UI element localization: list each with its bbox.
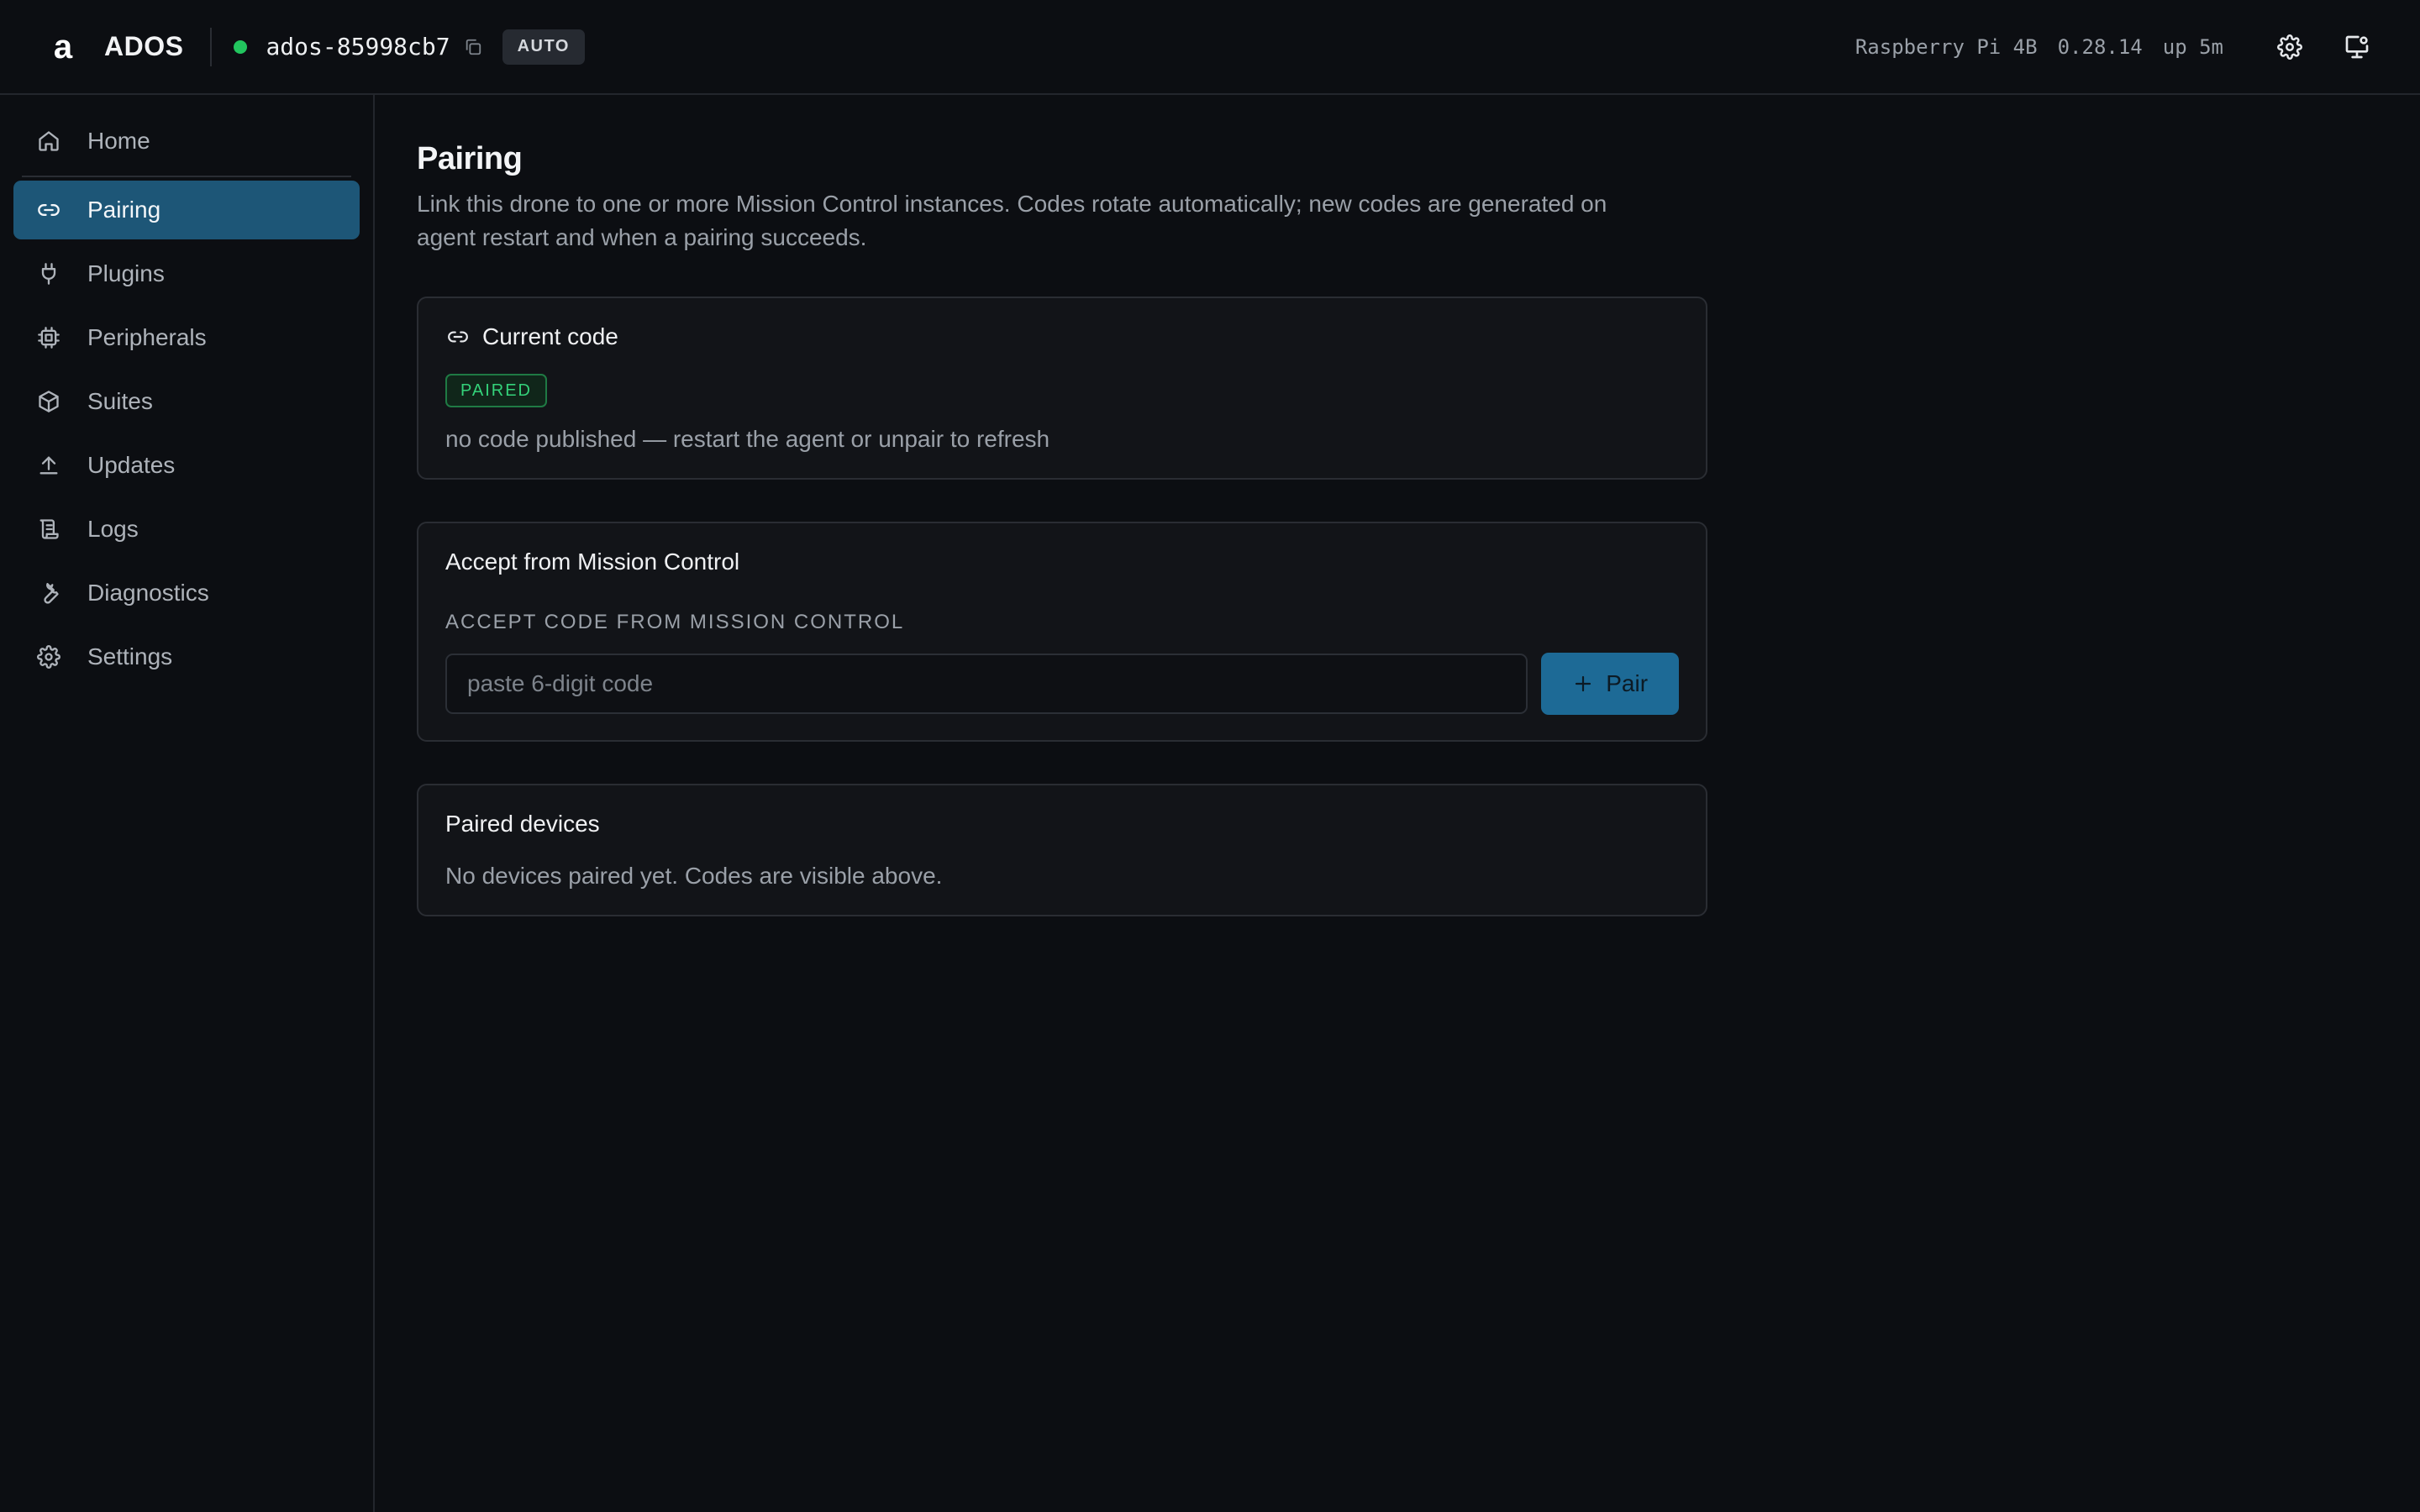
pair-form-row: Pair bbox=[445, 653, 1679, 715]
plug-icon bbox=[35, 260, 62, 287]
sidebar-item-label: Plugins bbox=[87, 260, 165, 286]
card-title: Paired devices bbox=[445, 811, 600, 837]
pairing-code-input[interactable] bbox=[445, 654, 1528, 714]
device-id: ados-85998cb7 bbox=[266, 33, 450, 60]
sidebar-item-peripherals[interactable]: Peripherals bbox=[13, 308, 360, 367]
card-title-text: Current code bbox=[482, 323, 618, 349]
header-divider bbox=[210, 27, 213, 66]
sidebar-item-settings[interactable]: Settings bbox=[13, 627, 360, 686]
home-icon bbox=[35, 128, 62, 155]
brand-name: ADOS bbox=[104, 31, 184, 61]
plus-icon bbox=[1572, 673, 1594, 695]
gear-icon[interactable] bbox=[2269, 26, 2311, 68]
pair-button[interactable]: Pair bbox=[1541, 653, 1679, 715]
scroll-icon bbox=[35, 516, 62, 543]
mode-badge: AUTO bbox=[502, 29, 585, 65]
accept-code-label: ACCEPT CODE FROM MISSION CONTROL bbox=[445, 611, 905, 633]
sidebar-item-label: Home bbox=[87, 128, 150, 154]
copy-icon[interactable] bbox=[462, 36, 484, 58]
current-code-card: Current code PAIRED no code published — … bbox=[417, 297, 1707, 480]
sidebar-item-plugins[interactable]: Plugins bbox=[13, 244, 360, 303]
link-icon bbox=[445, 324, 471, 349]
agent-version: 0.28.14 bbox=[2057, 34, 2143, 59]
paired-devices-card: Paired devices No devices paired yet. Co… bbox=[417, 784, 1707, 916]
system-info-group: Raspberry Pi 4B 0.28.14 up 5m bbox=[1855, 26, 2378, 68]
wrench-icon bbox=[35, 580, 62, 606]
monitor-settings-icon[interactable] bbox=[2336, 26, 2378, 68]
gear-icon bbox=[35, 643, 62, 670]
upload-icon bbox=[35, 452, 62, 479]
accept-code-card: Accept from Mission Control ACCEPT CODE … bbox=[417, 522, 1707, 742]
link-icon bbox=[35, 197, 62, 223]
uptime: up 5m bbox=[2162, 34, 2223, 59]
code-status-message: no code published — restart the agent or… bbox=[445, 426, 1050, 452]
card-title: Current code bbox=[445, 323, 1679, 350]
status-badge: PAIRED bbox=[445, 374, 547, 407]
sidebar-divider bbox=[22, 176, 351, 177]
sidebar-item-label: Pairing bbox=[87, 197, 161, 223]
sidebar-item-label: Updates bbox=[87, 452, 176, 478]
page-title: Pairing bbox=[417, 141, 523, 176]
sidebar-item-label: Logs bbox=[87, 516, 139, 542]
sidebar: Home Pairing Plugins Peripherals Suites … bbox=[0, 95, 375, 1512]
sidebar-item-label: Suites bbox=[87, 388, 153, 414]
sidebar-item-label: Diagnostics bbox=[87, 580, 209, 606]
chip-icon bbox=[35, 324, 62, 351]
sidebar-item-logs[interactable]: Logs bbox=[13, 500, 360, 559]
sidebar-item-diagnostics[interactable]: Diagnostics bbox=[13, 564, 360, 622]
sidebar-item-home[interactable]: Home bbox=[13, 112, 360, 171]
sidebar-item-pairing[interactable]: Pairing bbox=[13, 181, 360, 239]
ados-logo-icon[interactable]: a bbox=[42, 26, 84, 68]
svg-text:a: a bbox=[54, 29, 73, 65]
top-bar: a ADOS ados-85998cb7 AUTO Raspberry Pi 4… bbox=[0, 0, 2420, 95]
online-status-dot bbox=[234, 39, 248, 54]
card-title: Accept from Mission Control bbox=[445, 549, 740, 575]
main-content: Pairing Link this drone to one or more M… bbox=[417, 95, 1707, 916]
page-description: Link this drone to one or more Mission C… bbox=[417, 191, 1607, 250]
board-name: Raspberry Pi 4B bbox=[1854, 34, 2038, 59]
sidebar-item-label: Peripherals bbox=[87, 324, 207, 350]
sidebar-item-label: Settings bbox=[87, 643, 173, 669]
pair-button-label: Pair bbox=[1606, 670, 1649, 696]
sidebar-item-updates[interactable]: Updates bbox=[13, 436, 360, 495]
package-icon bbox=[35, 388, 62, 415]
sidebar-item-suites[interactable]: Suites bbox=[13, 372, 360, 431]
empty-state-message: No devices paired yet. Codes are visible… bbox=[445, 863, 943, 889]
